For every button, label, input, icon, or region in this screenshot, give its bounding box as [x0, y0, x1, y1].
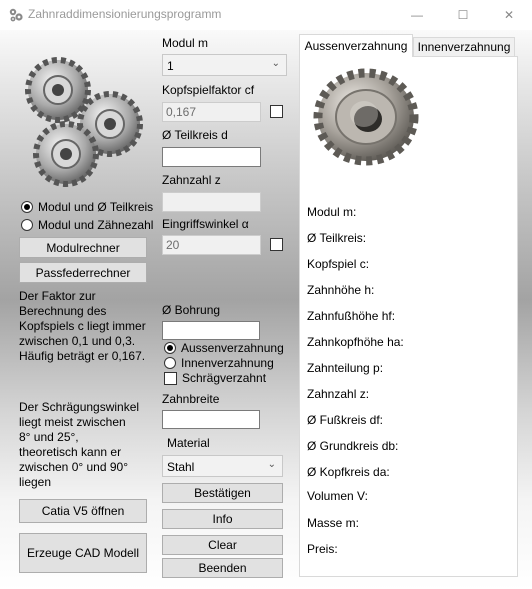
- info-line: liegen: [19, 475, 52, 489]
- radio-modul-zaehnezahl-label: Modul und Zähnezahl: [38, 218, 154, 232]
- zahnzahl-label: Zahnzahl z: [162, 173, 221, 187]
- tab-panel-aussen: Modul m: Ø Teilkreis: Kopfspiel c: Zahnh…: [299, 56, 518, 577]
- clear-button[interactable]: Clear: [162, 535, 283, 555]
- teilkreis-label: Ø Teilkreis d: [162, 128, 228, 142]
- schraegverzahnt-checkbox[interactable]: [164, 372, 177, 385]
- material-select[interactable]: Stahl ⌄: [162, 455, 283, 477]
- info-line: Der Faktor zur: [19, 289, 96, 303]
- info-kopfspiel-text: Der Faktor zur Berechnung des Kopfspiels…: [19, 289, 146, 364]
- info-line: Berechnung des: [19, 304, 107, 318]
- close-icon: ✕: [503, 8, 515, 22]
- modulrechner-button[interactable]: Modulrechner: [19, 237, 147, 258]
- result-kopfspiel: Kopfspiel c:: [307, 257, 370, 271]
- info-line: theoretisch kann er: [19, 445, 122, 459]
- info-button[interactable]: Info: [162, 509, 283, 529]
- app-gear-icon: [9, 8, 23, 22]
- eingriffswinkel-field[interactable]: 20: [162, 235, 261, 255]
- bohrung-field[interactable]: [162, 321, 260, 340]
- kopfspielfaktor-label: Kopfspielfaktor cf: [162, 83, 255, 97]
- zahnbreite-label: Zahnbreite: [162, 392, 220, 406]
- eingriffswinkel-checkbox[interactable]: [270, 238, 283, 251]
- result-zahnfusshoehe: Zahnfußhöhe hf:: [307, 309, 396, 323]
- minimize-button[interactable]: —: [394, 0, 440, 30]
- modul-label: Modul m: [162, 36, 209, 50]
- modul-select-value: 1: [167, 59, 174, 73]
- result-modul: Modul m:: [307, 205, 357, 219]
- title-bar: Zahnraddimensionierungsprogramm — ☐ ✕: [0, 0, 532, 30]
- minimize-icon: —: [411, 8, 423, 22]
- info-line: 8° und 25°,: [19, 430, 79, 444]
- bestaetigen-button[interactable]: Bestätigen: [162, 483, 283, 503]
- radio-aussenverzahnung-label: Aussenverzahnung: [181, 341, 284, 355]
- zahnbreite-field[interactable]: [162, 410, 260, 429]
- info-line: Kopfspiels c liegt immer: [19, 319, 146, 333]
- schraegverzahnt-label: Schrägverzahnt: [182, 371, 267, 385]
- tab-innenverzahnung[interactable]: Innenverzahnung: [413, 37, 515, 57]
- info-line: Der Schrägungswinkel: [19, 400, 140, 414]
- result-masse: Masse m:: [307, 516, 360, 530]
- info-schraegung-text: Der Schrägungswinkel liegt meist zwische…: [19, 400, 139, 490]
- kopfspielfaktor-field[interactable]: 0,167: [162, 102, 261, 122]
- radio-modul-teilkreis[interactable]: [21, 201, 33, 213]
- create-cad-button[interactable]: Erzeuge CAD Modell: [19, 533, 147, 573]
- info-line: liegt meist zwischen: [19, 415, 126, 429]
- maximize-icon: ☐: [457, 8, 469, 22]
- teilkreis-field[interactable]: [162, 147, 261, 167]
- result-grundkreis: Ø Grundkreis db:: [307, 439, 399, 453]
- tab-aussenverzahnung[interactable]: Aussenverzahnung: [299, 34, 413, 57]
- result-volumen: Volumen V:: [307, 489, 368, 503]
- bohrung-label: Ø Bohrung: [162, 303, 221, 317]
- gears-image: [25, 57, 143, 187]
- kopfspielfaktor-checkbox[interactable]: [270, 105, 283, 118]
- info-line: Häufig beträgt er 0,167.: [19, 349, 146, 363]
- info-line: zwischen 0° und 90°: [19, 460, 128, 474]
- result-teilkreis: Ø Teilkreis:: [307, 231, 367, 245]
- material-label: Material: [167, 436, 210, 450]
- result-zahnkopfhoehe: Zahnkopfhöhe ha:: [307, 335, 404, 349]
- result-kopfkreis: Ø Kopfkreis da:: [307, 465, 390, 479]
- result-preis: Preis:: [307, 542, 338, 556]
- result-zahnteilung: Zahnteilung p:: [307, 361, 384, 375]
- passfederrechner-button[interactable]: Passfederrechner: [19, 262, 147, 283]
- radio-aussenverzahnung[interactable]: [164, 342, 176, 354]
- radio-innenverzahnung-label: Innenverzahnung: [181, 356, 274, 370]
- chevron-down-icon: ⌄: [271, 58, 280, 69]
- chevron-down-icon: ⌄: [267, 459, 276, 470]
- external-gear-image: [313, 68, 419, 166]
- eingriffswinkel-label: Eingriffswinkel α: [162, 217, 249, 231]
- close-button[interactable]: ✕: [486, 0, 532, 30]
- modul-select[interactable]: 1 ⌄: [162, 54, 287, 76]
- radio-modul-teilkreis-label: Modul und Ø Teilkreis: [38, 200, 154, 214]
- radio-innenverzahnung[interactable]: [164, 357, 176, 369]
- result-zahnzahl: Zahnzahl z:: [307, 387, 370, 401]
- radio-modul-zaehnezahl[interactable]: [21, 219, 33, 231]
- material-select-value: Stahl: [167, 460, 195, 474]
- result-zahnhoehe: Zahnhöhe h:: [307, 283, 375, 297]
- beenden-button[interactable]: Beenden: [162, 558, 283, 578]
- window-title: Zahnraddimensionierungsprogramm: [28, 7, 222, 21]
- result-fusskreis: Ø Fußkreis df:: [307, 413, 384, 427]
- zahnzahl-field[interactable]: [162, 192, 261, 212]
- info-line: zwischen 0,1 und 0,3.: [19, 334, 136, 348]
- maximize-button[interactable]: ☐: [440, 0, 486, 30]
- catia-open-button[interactable]: Catia V5 öffnen: [19, 499, 147, 523]
